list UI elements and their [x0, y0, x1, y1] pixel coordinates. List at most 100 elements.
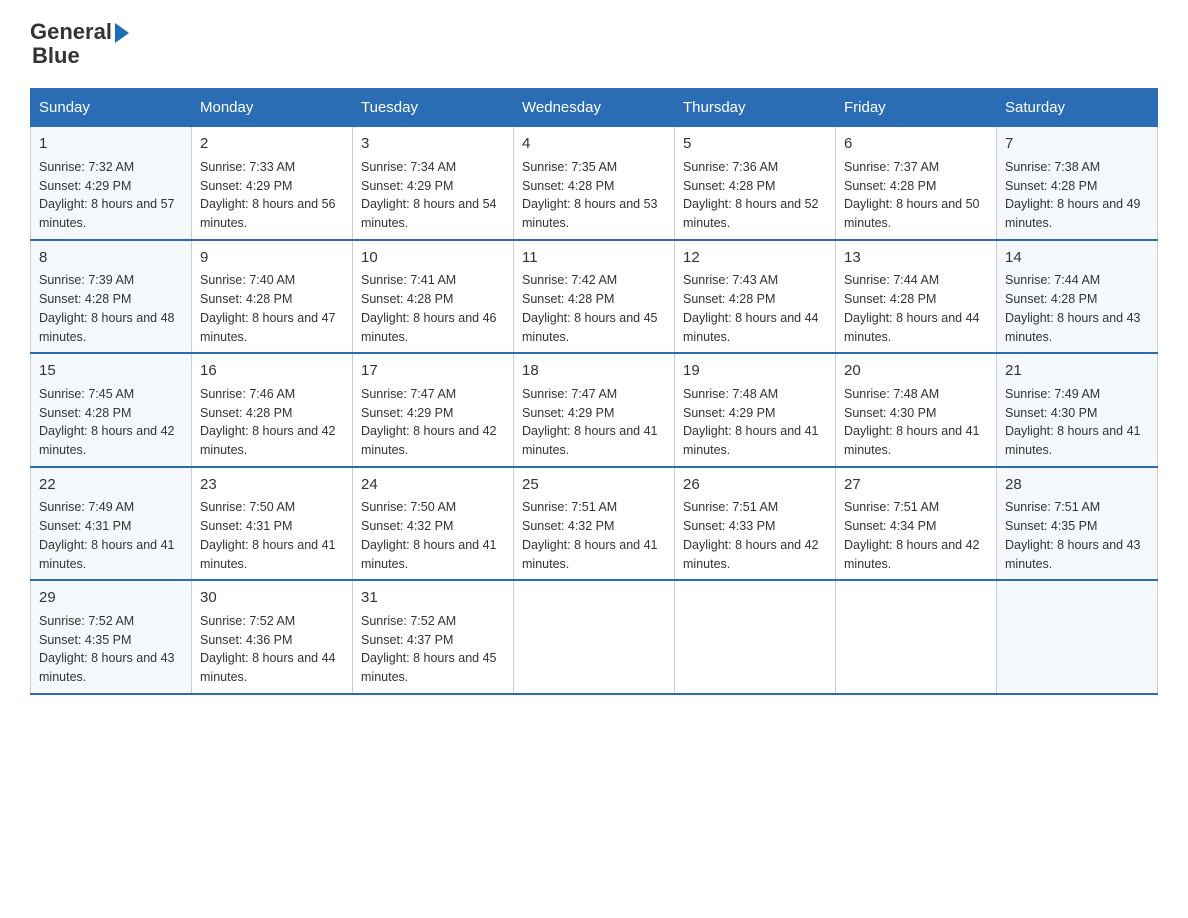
day-number: 4 [522, 133, 666, 156]
calendar-cell: 18Sunrise: 7:47 AMSunset: 4:29 PMDayligh… [514, 353, 675, 467]
day-number: 28 [1005, 474, 1149, 497]
sunrise-text: Sunrise: 7:39 AM [39, 273, 134, 287]
daylight-text: Daylight: 8 hours and 43 minutes. [39, 651, 175, 684]
sunrise-text: Sunrise: 7:48 AM [683, 387, 778, 401]
day-number: 2 [200, 133, 344, 156]
sunrise-text: Sunrise: 7:50 AM [361, 500, 456, 514]
day-number: 8 [39, 247, 183, 270]
sunrise-text: Sunrise: 7:34 AM [361, 160, 456, 174]
daylight-text: Daylight: 8 hours and 41 minutes. [1005, 424, 1141, 457]
calendar-cell: 25Sunrise: 7:51 AMSunset: 4:32 PMDayligh… [514, 467, 675, 581]
calendar-cell: 3Sunrise: 7:34 AMSunset: 4:29 PMDaylight… [353, 127, 514, 240]
calendar-cell: 14Sunrise: 7:44 AMSunset: 4:28 PMDayligh… [997, 240, 1158, 354]
header-monday: Monday [192, 89, 353, 127]
sunset-text: Sunset: 4:29 PM [361, 406, 453, 420]
sunset-text: Sunset: 4:28 PM [1005, 179, 1097, 193]
calendar-cell [675, 580, 836, 694]
calendar-cell: 24 Sunrise: 7:50 AM Sunset: 4:32 PM Dayligh… [353, 467, 514, 581]
daylight-text: Daylight: 8 hours and 42 minutes. [844, 538, 980, 571]
sunset-text: Sunset: 4:35 PM [39, 633, 131, 647]
logo-text-blue: Blue [32, 44, 80, 68]
sunrise-text: Sunrise: 7:48 AM [844, 387, 939, 401]
sunrise-text: Sunrise: 7:47 AM [522, 387, 617, 401]
calendar-cell: 7Sunrise: 7:38 AMSunset: 4:28 PMDaylight… [997, 127, 1158, 240]
calendar-week-4: 22Sunrise: 7:49 AMSunset: 4:31 PMDayligh… [31, 467, 1158, 581]
day-number: 27 [844, 474, 988, 497]
daylight-text: Daylight: 8 hours and 44 minutes. [683, 311, 819, 344]
sunset-text: Sunset: 4:37 PM [361, 633, 453, 647]
calendar-cell: 13Sunrise: 7:44 AMSunset: 4:28 PMDayligh… [836, 240, 997, 354]
day-number: 11 [522, 247, 666, 270]
calendar-cell: 30Sunrise: 7:52 AMSunset: 4:36 PMDayligh… [192, 580, 353, 694]
day-number: 23 [200, 474, 344, 497]
calendar-cell: 5Sunrise: 7:36 AMSunset: 4:28 PMDaylight… [675, 127, 836, 240]
daylight-text: Daylight: 8 hours and 41 minutes. [522, 538, 658, 571]
daylight-text: Daylight: 8 hours and 41 minutes. [522, 424, 658, 457]
sunrise-text: Sunrise: 7:41 AM [361, 273, 456, 287]
header-sunday: Sunday [31, 89, 192, 127]
sunrise-text: Sunrise: 7:51 AM [844, 500, 939, 514]
calendar-cell: 10Sunrise: 7:41 AMSunset: 4:28 PMDayligh… [353, 240, 514, 354]
logo-text-general: General [30, 20, 112, 44]
sunset-text: Sunset: 4:30 PM [844, 406, 936, 420]
daylight-text: Daylight: 8 hours and 44 minutes. [200, 651, 336, 684]
sunrise-text: Sunrise: 7:42 AM [522, 273, 617, 287]
sunset-text: Sunset: 4:29 PM [200, 179, 292, 193]
day-number: 6 [844, 133, 988, 156]
day-number: 3 [361, 133, 505, 156]
calendar-cell: 23Sunrise: 7:50 AMSunset: 4:31 PMDayligh… [192, 467, 353, 581]
sunrise-text: Sunrise: 7:49 AM [39, 500, 134, 514]
sunrise-text: Sunrise: 7:50 AM [200, 500, 295, 514]
daylight-text: Daylight: 8 hours and 50 minutes. [844, 197, 980, 230]
calendar-cell: 6Sunrise: 7:37 AMSunset: 4:28 PMDaylight… [836, 127, 997, 240]
daylight-text: Daylight: 8 hours and 53 minutes. [522, 197, 658, 230]
sunrise-text: Sunrise: 7:52 AM [39, 614, 134, 628]
sunrise-text: Sunrise: 7:45 AM [39, 387, 134, 401]
sunrise-text: Sunrise: 7:40 AM [200, 273, 295, 287]
sunset-text: Sunset: 4:28 PM [522, 179, 614, 193]
day-number: 24 [361, 474, 505, 497]
day-number: 29 [39, 587, 183, 610]
calendar-cell [514, 580, 675, 694]
header-saturday: Saturday [997, 89, 1158, 127]
calendar-cell: 26Sunrise: 7:51 AMSunset: 4:33 PMDayligh… [675, 467, 836, 581]
header-wednesday: Wednesday [514, 89, 675, 127]
calendar-cell: 4Sunrise: 7:35 AMSunset: 4:28 PMDaylight… [514, 127, 675, 240]
day-number: 13 [844, 247, 988, 270]
day-number: 20 [844, 360, 988, 383]
sunset-text: Sunset: 4:33 PM [683, 519, 775, 533]
header-tuesday: Tuesday [353, 89, 514, 127]
calendar-cell: 2Sunrise: 7:33 AMSunset: 4:29 PMDaylight… [192, 127, 353, 240]
day-number: 15 [39, 360, 183, 383]
calendar-cell: 20Sunrise: 7:48 AMSunset: 4:30 PMDayligh… [836, 353, 997, 467]
page-header: General Blue [30, 20, 1158, 68]
daylight-text: Daylight: 8 hours and 52 minutes. [683, 197, 819, 230]
sunrise-text: Sunrise: 7:44 AM [844, 273, 939, 287]
sunset-text: Sunset: 4:30 PM [1005, 406, 1097, 420]
header-thursday: Thursday [675, 89, 836, 127]
calendar-cell: 12Sunrise: 7:43 AMSunset: 4:28 PMDayligh… [675, 240, 836, 354]
day-number: 10 [361, 247, 505, 270]
daylight-text: Daylight: 8 hours and 41 minutes. [361, 538, 497, 571]
daylight-text: Daylight: 8 hours and 46 minutes. [361, 311, 497, 344]
calendar-cell: 29 Sunrise: 7:52 AM Sunset: 4:35 PM Dayligh… [31, 580, 192, 694]
calendar-cell: 15Sunrise: 7:45 AMSunset: 4:28 PMDayligh… [31, 353, 192, 467]
sunset-text: Sunset: 4:32 PM [361, 519, 453, 533]
day-number: 9 [200, 247, 344, 270]
daylight-text: Daylight: 8 hours and 41 minutes. [200, 538, 336, 571]
sunrise-text: Sunrise: 7:36 AM [683, 160, 778, 174]
sunset-text: Sunset: 4:31 PM [39, 519, 131, 533]
calendar-cell: 11Sunrise: 7:42 AMSunset: 4:28 PMDayligh… [514, 240, 675, 354]
calendar-cell [997, 580, 1158, 694]
calendar-cell: 28Sunrise: 7:51 AMSunset: 4:35 PMDayligh… [997, 467, 1158, 581]
sunrise-text: Sunrise: 7:33 AM [200, 160, 295, 174]
calendar-cell: 16Sunrise: 7:46 AMSunset: 4:28 PMDayligh… [192, 353, 353, 467]
calendar-week-1: 1Sunrise: 7:32 AMSunset: 4:29 PMDaylight… [31, 127, 1158, 240]
logo-arrow-icon [115, 23, 129, 43]
calendar-cell [836, 580, 997, 694]
calendar-header-row: SundayMondayTuesdayWednesdayThursdayFrid… [31, 89, 1158, 127]
day-number: 26 [683, 474, 827, 497]
day-number: 5 [683, 133, 827, 156]
sunset-text: Sunset: 4:28 PM [683, 292, 775, 306]
sunrise-text: Sunrise: 7:46 AM [200, 387, 295, 401]
